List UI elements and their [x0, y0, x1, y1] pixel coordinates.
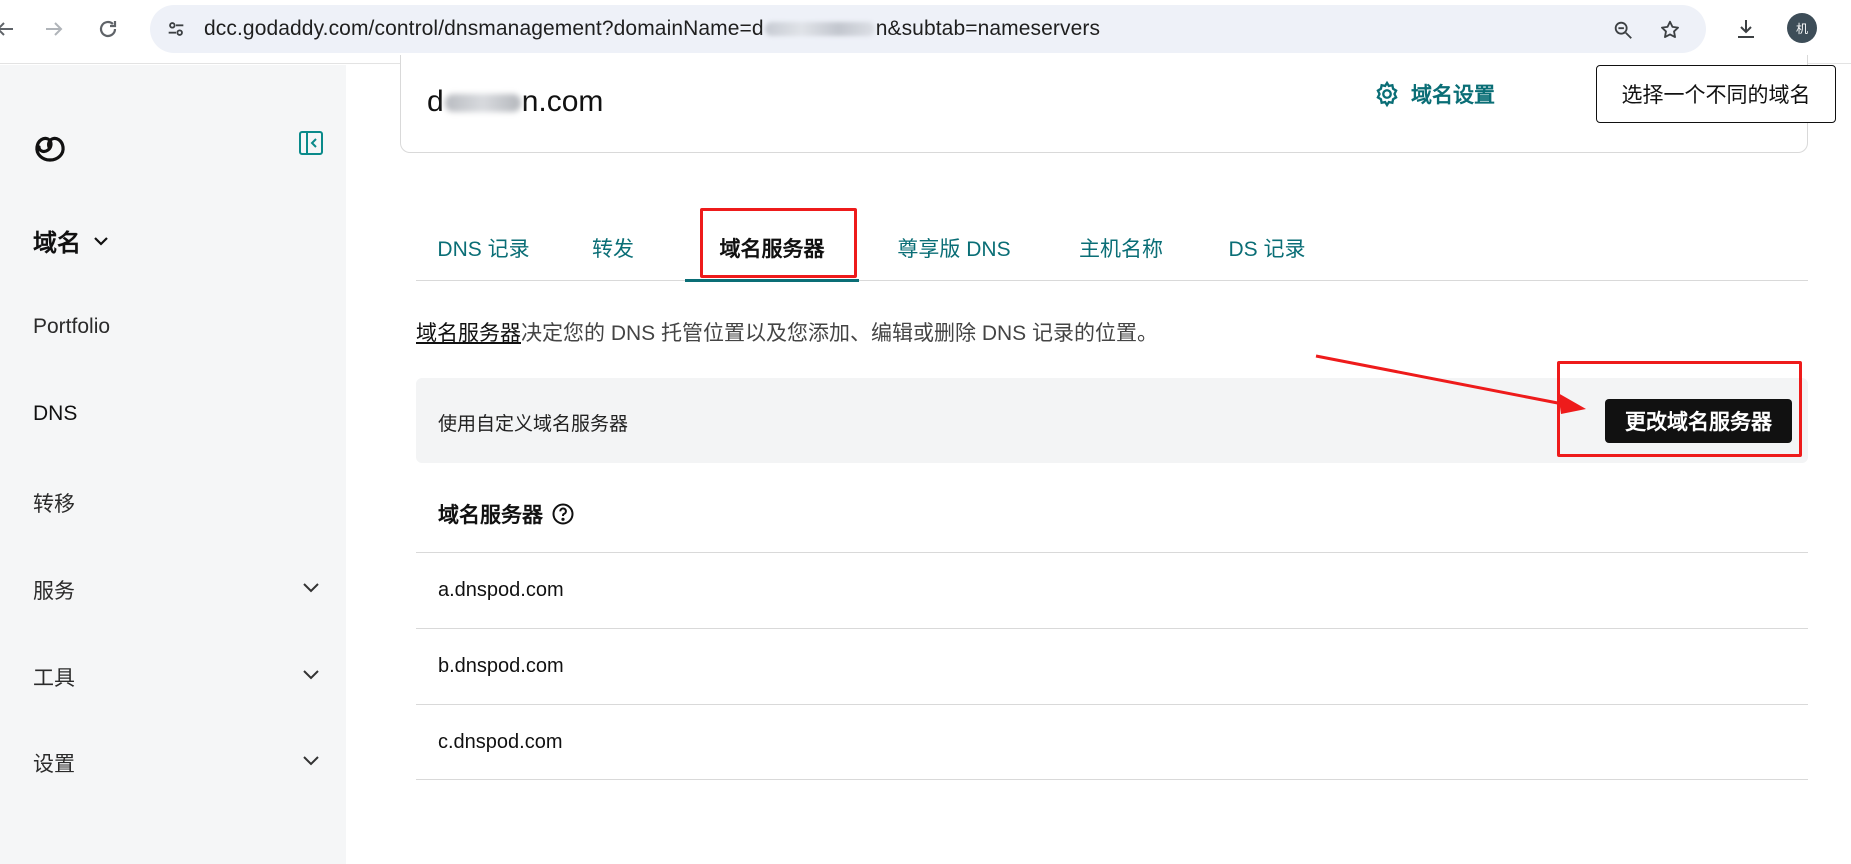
address-bar[interactable]: dcc.godaddy.com/control/dnsmanagement?do… [150, 5, 1706, 53]
domain-redaction [444, 94, 521, 113]
sidebar-item-services[interactable]: 服务 [33, 575, 75, 605]
tab-hostnames[interactable]: 主机名称 [1049, 215, 1193, 281]
nameservers-help-link[interactable]: 域名服务器 [416, 322, 521, 345]
domain-header-card: d n.com 域名设置 选择一个不同的域名 [400, 55, 1836, 153]
site-info-icon[interactable] [160, 13, 192, 45]
dns-tabs: DNS 记录 转发 域名服务器 尊享版 DNS 主机名称 DS 记录 [416, 215, 1808, 282]
nameservers-header: 域名服务器 [438, 499, 575, 529]
help-icon[interactable] [551, 502, 575, 526]
annotation-box-button [1557, 361, 1802, 457]
sidebar-section-domains[interactable]: 域名 [33, 223, 111, 258]
nameservers-table: a.dnspod.com b.dnspod.com c.dnspod.com [416, 552, 1808, 780]
sidebar-item-portfolio[interactable]: Portfolio [33, 315, 110, 339]
url-text: dcc.godaddy.com/control/dnsmanagement?do… [204, 17, 1101, 40]
domain-settings-label: 域名设置 [1411, 84, 1495, 107]
url-redaction [764, 22, 875, 37]
tab-dns-records[interactable]: DNS 记录 [416, 215, 551, 281]
chevron-down-icon [94, 236, 108, 246]
back-arrow-icon[interactable] [0, 10, 24, 48]
gear-icon [1376, 80, 1398, 108]
custom-nameserver-label: 使用自定义域名服务器 [438, 414, 629, 435]
main-content: d n.com 域名设置 选择一个不同的域名 DNS 记录 转发 域名服务器 尊享… [346, 55, 1851, 864]
sidebar-item-dns[interactable]: DNS [33, 402, 77, 426]
zoom-icon[interactable] [1610, 17, 1636, 43]
chevron-down-icon[interactable] [300, 663, 322, 685]
description-text: 决定您的 DNS 托管位置以及您添加、编辑或删除 DNS 记录的位置。 [521, 322, 1159, 345]
sidebar-item-tools[interactable]: 工具 [33, 662, 75, 692]
domain-settings-link[interactable]: 域名设置 [1373, 79, 1495, 109]
choose-different-domain-button[interactable]: 选择一个不同的域名 [1596, 65, 1836, 123]
forward-arrow-icon[interactable] [35, 10, 73, 48]
tab-forwarding[interactable]: 转发 [551, 215, 675, 281]
sidebar-item-transfer[interactable]: 转移 [33, 488, 75, 518]
nameservers-header-label: 域名服务器 [438, 504, 543, 527]
chevron-down-icon[interactable] [300, 749, 322, 771]
profile-avatar[interactable]: 机 [1787, 13, 1817, 43]
reload-icon[interactable] [89, 10, 127, 48]
annotation-box-tab [700, 208, 857, 278]
sidebar-item-settings[interactable]: 设置 [33, 748, 75, 778]
sidebar: 域名 Portfolio DNS 转移 服务 工具 设置 [0, 65, 346, 864]
profile-initial: 机 [1795, 21, 1808, 36]
table-row: b.dnspod.com [416, 628, 1808, 704]
domain-name: d n.com [427, 85, 604, 118]
bookmark-star-icon[interactable] [1657, 17, 1683, 43]
tab-premium-dns[interactable]: 尊享版 DNS [859, 215, 1049, 281]
table-row: c.dnspod.com [416, 704, 1808, 780]
nameserver-description: 域名服务器决定您的 DNS 托管位置以及您添加、编辑或删除 DNS 记录的位置。 [416, 317, 1158, 347]
tab-ds-records[interactable]: DS 记录 [1193, 215, 1341, 281]
godaddy-logo-icon[interactable] [30, 127, 70, 167]
sidebar-section-title: 域名 [33, 230, 81, 257]
collapse-sidebar-icon[interactable] [297, 129, 325, 157]
table-row: a.dnspod.com [416, 552, 1808, 628]
download-icon[interactable] [1728, 11, 1764, 47]
chevron-down-icon[interactable] [300, 576, 322, 598]
